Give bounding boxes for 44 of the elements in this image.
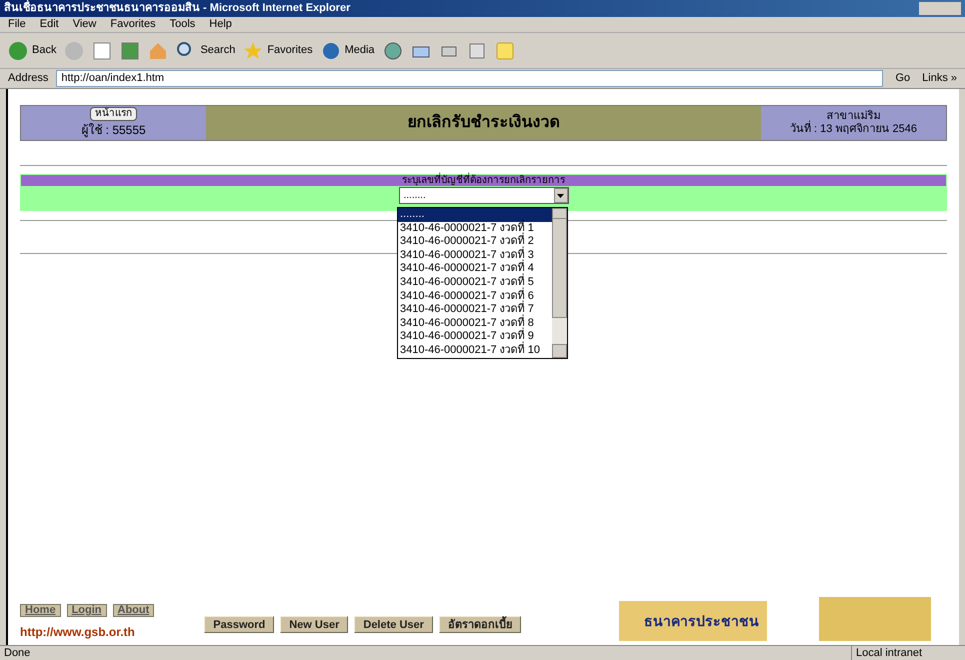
toolbar-button[interactable]: Media	[320, 40, 375, 60]
links-label[interactable]: Links »	[922, 70, 957, 87]
dropdown-option[interactable]: ........	[398, 208, 552, 222]
date-label: วันที่ : 13 พฤศจิกายน 2546	[790, 123, 917, 136]
dropdown-option[interactable]: 3410-46-0000021-7 งวดที่ 9	[398, 330, 552, 344]
account-select[interactable]: ........	[398, 187, 568, 204]
page-title: ยกเลิกรับชำระเงินงวด	[408, 112, 560, 133]
go-button[interactable]: Go	[891, 70, 914, 87]
scrollbar[interactable]	[552, 208, 567, 358]
toolbar-button[interactable]: Favorites	[243, 40, 313, 60]
toolbar-button[interactable]: Back	[8, 40, 56, 60]
nav-link[interactable]: Login	[66, 604, 106, 617]
dropdown-option[interactable]: 3410-46-0000021-7 งวดที่ 4	[398, 262, 552, 276]
favorites-icon	[243, 40, 264, 60]
branch-label: สาขาแม่ริม	[826, 110, 880, 123]
menu-item[interactable]: Favorites	[110, 16, 156, 33]
nav-link[interactable]: About	[112, 604, 154, 617]
dropdown-option[interactable]: 3410-46-0000021-7 งวดที่ 2	[398, 235, 552, 249]
banner-text: ธนาคารประชาชน	[644, 612, 759, 630]
website-link[interactable]: http://www.gsb.or.th	[20, 623, 154, 641]
user-label: ผู้ใช้ : 55555	[81, 122, 146, 139]
dropdown-option[interactable]: 3410-46-0000021-7 งวดที่ 5	[398, 276, 552, 290]
toolbar-button[interactable]: Search	[176, 40, 236, 60]
dropdown-arrow-icon	[557, 194, 564, 198]
menu-item[interactable]: Tools	[170, 16, 196, 33]
home-button[interactable]: หน้าแรก	[90, 107, 137, 121]
menu-item[interactable]: Edit	[40, 16, 59, 33]
menu-item[interactable]: Help	[209, 16, 232, 33]
footer-button[interactable]: New User	[280, 616, 348, 633]
menu-item[interactable]: File	[8, 16, 26, 33]
status-text: Done	[4, 646, 32, 660]
form-label: ระบุเลขที่บัญชีที่ต้องการยกเลิกรายการ	[402, 173, 565, 188]
address-field[interactable]: http://oan/index1.htm	[56, 70, 884, 87]
zone-label: Local intranet	[851, 644, 961, 660]
dropdown-option[interactable]: 3410-46-0000021-7 งวดที่ 10	[398, 344, 552, 358]
footer-button[interactable]: Password	[204, 616, 274, 633]
footer-button[interactable]: Delete User	[354, 616, 433, 633]
window-title: สินเชื่อธนาคารประชาชนธนาคารออมสิน - Microsoft Internet Explorer	[4, 0, 352, 16]
nav-link[interactable]: Home	[20, 604, 61, 617]
dropdown-option[interactable]: 3410-46-0000021-7 งวดที่ 7	[398, 303, 552, 317]
footer-button[interactable]: อัตราดอกเบี้ย	[438, 616, 521, 633]
home-icon	[148, 40, 168, 60]
address-label: Address	[8, 71, 48, 86]
menu-item[interactable]: View	[72, 16, 96, 33]
